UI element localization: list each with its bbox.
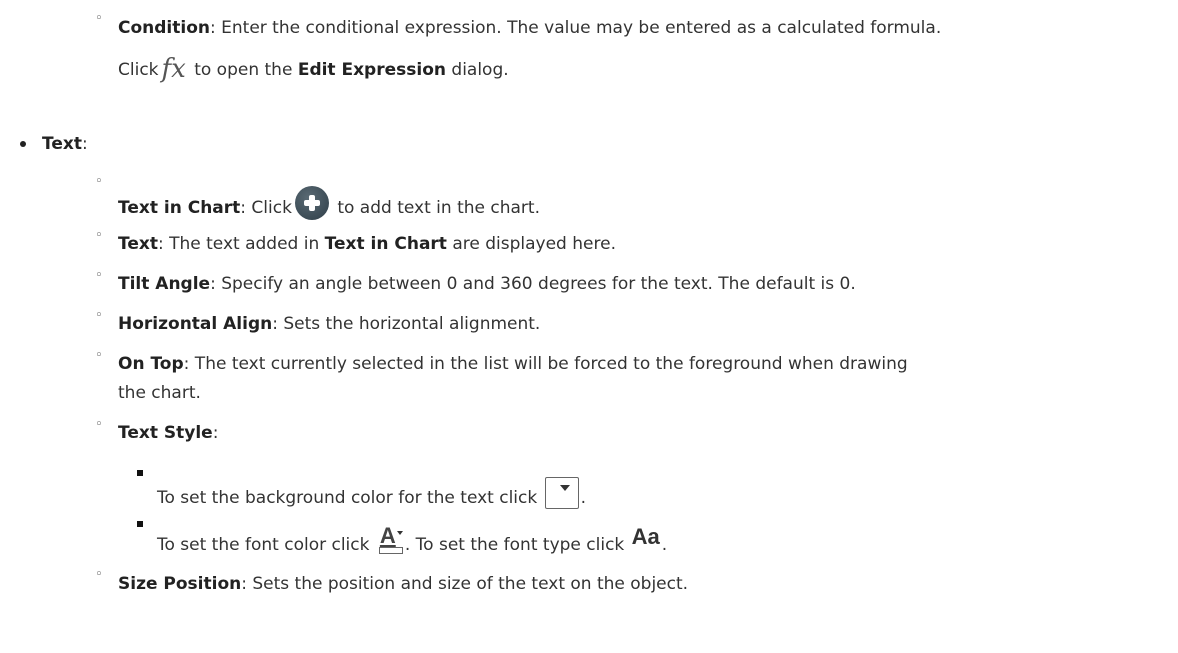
text-style-term: Text Style [118, 423, 213, 443]
click-text: Click [118, 60, 159, 80]
sub-bullet: ◦ [95, 11, 103, 26]
period: . [580, 488, 587, 508]
edit-expression-term: Edit Expression [297, 60, 446, 80]
item-desc: : The text currently selected in the lis… [183, 354, 908, 374]
add-circle-icon[interactable] [294, 186, 329, 220]
sub-bullet: ◦ [95, 228, 103, 243]
tilt-angle-term: Tilt Angle [118, 274, 211, 294]
item-desc: : Sets the horizontal alignment. [272, 314, 541, 334]
size-position-term: Size Position [118, 574, 242, 594]
text-heading: Text: [42, 133, 88, 155]
size-position-item: Size Position: Sets the position and siz… [118, 573, 688, 595]
item-desc: : Specify an angle between 0 and 360 deg… [210, 274, 856, 294]
click-text: : Click [240, 198, 292, 218]
item-desc: To set the font color click [157, 535, 370, 555]
text-in-chart-item: Text in Chart: Click to add text in the … [118, 186, 540, 225]
item-desc: to add text in the chart. [331, 198, 540, 218]
item-desc: : The text added in [157, 234, 325, 254]
sub-bullet: ◦ [95, 567, 103, 582]
bullet [20, 141, 26, 147]
text-in-chart-ref: Text in Chart [324, 234, 447, 254]
horizontal-align-item: Horizontal Align: Sets the horizontal al… [118, 313, 540, 335]
sub-bullet: ◦ [95, 308, 103, 323]
horizontal-align-term: Horizontal Align [118, 314, 273, 334]
font-color-icon[interactable]: A [377, 525, 403, 556]
condition-term: Condition [118, 18, 210, 38]
item-desc: are displayed here. [446, 234, 616, 254]
colon: : [81, 134, 88, 154]
sub-bullet: ◦ [95, 348, 103, 363]
condition-desc: : Enter the conditional expression. The … [210, 18, 942, 38]
condition-line-2: Click fx to open the Edit Expression dial… [118, 56, 509, 82]
item-desc: . To set the font type click [404, 535, 625, 555]
bg-color-item: To set the background color for the text… [157, 477, 586, 509]
square-bullet [137, 470, 143, 476]
to-open-text: to open the [188, 60, 298, 80]
sub-bullet: ◦ [95, 174, 103, 189]
item-desc: : Sets the position and size of the text… [241, 574, 689, 594]
dialog-suffix: dialog. [446, 60, 509, 80]
text-style-item: Text Style: [118, 422, 218, 444]
tilt-angle-item: Tilt Angle: Specify an angle between 0 a… [118, 273, 856, 295]
square-bullet [137, 521, 143, 527]
font-color-item: To set the font color click A. To set th… [157, 525, 668, 556]
fx-icon[interactable]: fx [162, 56, 186, 82]
text-heading-term: Text [42, 134, 82, 154]
color-dropdown-icon[interactable] [544, 477, 579, 509]
condition-line-1: Condition: Enter the conditional express… [118, 17, 941, 39]
period: . [661, 535, 668, 555]
item-desc: : [212, 423, 219, 443]
sub-bullet: ◦ [95, 417, 103, 432]
item-desc: To set the background color for the text… [157, 488, 538, 508]
text-term: Text [118, 234, 158, 254]
font-type-icon[interactable]: Aa [632, 526, 660, 548]
sub-bullet: ◦ [95, 268, 103, 283]
text-item: Text: The text added in Text in Chart ar… [118, 233, 616, 255]
on-top-continuation: the chart. [118, 383, 201, 403]
text-in-chart-term: Text in Chart [118, 198, 241, 218]
on-top-term: On Top [118, 354, 184, 374]
on-top-item: On Top: The text currently selected in t… [118, 353, 908, 375]
